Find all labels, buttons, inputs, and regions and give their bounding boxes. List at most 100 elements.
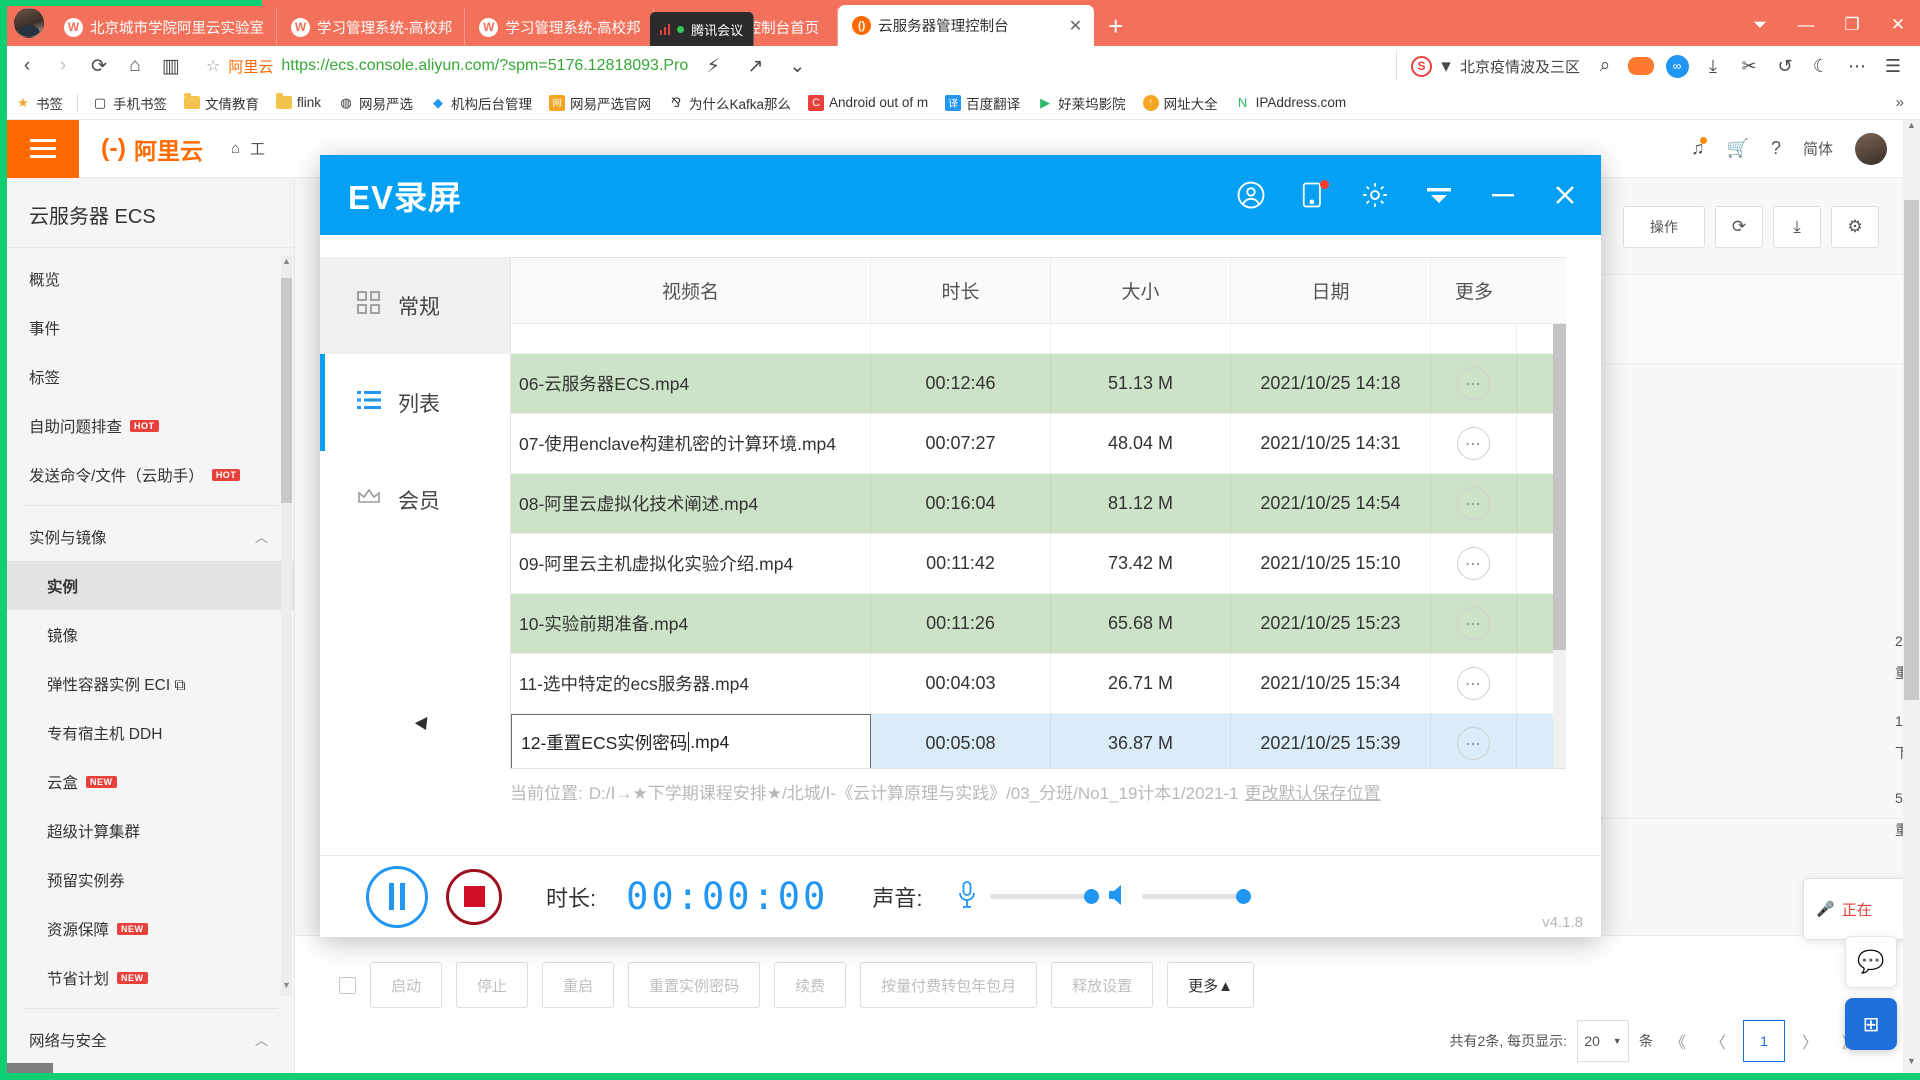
close-tab-icon[interactable]: ✕ — [1059, 16, 1082, 36]
sidebar-group-instances-images[interactable]: 实例与镜像 ︿ — [7, 512, 294, 561]
next-page-button[interactable]: 〉 — [1795, 1029, 1825, 1053]
home-icon[interactable]: ⌂ — [231, 140, 240, 157]
speaker-volume-slider[interactable] — [1142, 889, 1252, 904]
back-icon[interactable]: ‹ — [10, 51, 44, 81]
browser-tab-0[interactable]: W 北京城市学院阿里云实验室 — [50, 8, 277, 46]
start-button[interactable]: 启动 — [370, 962, 443, 1008]
column-settings-button[interactable]: ⚙ — [1831, 206, 1879, 248]
speaker-icon[interactable] — [1104, 881, 1132, 912]
bookmark-star-icon[interactable]: ☆ — [206, 56, 220, 76]
ev-tab-member[interactable]: 会员 — [320, 451, 510, 548]
sidebar-item-events[interactable]: 事件 — [7, 303, 294, 352]
lightning-icon[interactable]: ⚡ — [696, 51, 730, 81]
bookmarks-overflow-icon[interactable]: » — [1888, 94, 1912, 111]
more-actions-button[interactable]: 更多▲ — [1167, 962, 1254, 1008]
browser-tab-1[interactable]: W 学习管理系统-高校邦 — [277, 8, 466, 46]
bookmark-item-7[interactable]: ⅋ 为什么Kafka那么 — [661, 90, 798, 116]
user-avatar[interactable] — [1855, 132, 1887, 165]
close-icon[interactable] — [1551, 181, 1579, 209]
row-more-icon[interactable]: ⋯ — [1457, 727, 1490, 760]
url-text[interactable]: https://ecs.console.aliyun.com/?spm=5176… — [281, 57, 688, 75]
reset-password-button[interactable]: 重置实例密码 — [628, 962, 761, 1008]
language-selector[interactable]: 简体 — [1803, 138, 1833, 159]
sidebar-item-tags[interactable]: 标签 — [7, 352, 294, 401]
column-header-size[interactable]: 大小 — [1051, 258, 1231, 323]
quick-apps-button[interactable]: ⊞ — [1845, 998, 1897, 1050]
profile-avatar[interactable] — [14, 8, 44, 38]
infinity-icon[interactable]: ∞ — [1660, 51, 1694, 81]
convert-billing-button[interactable]: 按量付费转包年包月 — [860, 962, 1038, 1008]
change-default-path-link[interactable]: 更改默认保存位置 — [1245, 779, 1381, 804]
row-more-icon[interactable]: ⋯ — [1457, 607, 1490, 640]
select-all-checkbox[interactable] — [339, 976, 356, 994]
stop-button[interactable] — [446, 868, 502, 925]
help-icon[interactable]: ? — [1771, 138, 1781, 159]
cart-icon[interactable]: 🛒 — [1727, 138, 1749, 159]
user-icon[interactable] — [1236, 180, 1266, 210]
ev-tab-list[interactable]: 列表 — [320, 354, 510, 451]
bookmark-item-12[interactable]: N IPAddress.com — [1228, 92, 1354, 114]
bookmark-item-2[interactable]: 文倩教育 — [177, 90, 266, 116]
scroll-up-icon[interactable]: ▲ — [1903, 120, 1920, 137]
gear-icon[interactable] — [1360, 180, 1390, 210]
sidebar-item-resource-assurance[interactable]: 资源保障 NEW — [7, 904, 294, 953]
table-row[interactable]: 10-实验前期准备.mp4 00:11:26 65.68 M 2021/10/2… — [511, 594, 1566, 654]
table-row[interactable]: 06-云服务器ECS.mp4 00:12:46 51.13 M 2021/10/… — [511, 354, 1566, 414]
refresh-button[interactable]: ⟳ — [1715, 206, 1763, 248]
ev-titlebar[interactable]: EV录屏 — [320, 155, 1601, 235]
sidebar-item-cloudbox[interactable]: 云盒 NEW — [7, 757, 294, 806]
hamburger-menu-icon[interactable] — [7, 120, 79, 178]
scrollbar-thumb[interactable] — [1553, 324, 1566, 650]
current-page-input[interactable]: 1 — [1743, 1020, 1785, 1062]
page-scrollbar[interactable]: ▲ ▼ — [1903, 120, 1920, 1073]
address-bar[interactable]: ☆ 阿里云 https://ecs.console.aliyun.com/?sp… — [200, 51, 1384, 81]
search-box[interactable]: S ▾ 北京疫情波及三区 ⌕ — [1395, 51, 1622, 81]
sidebar-item-reserved-instance[interactable]: 预留实例券 — [7, 855, 294, 904]
chevron-down-icon[interactable]: ⌄ — [780, 51, 814, 81]
row-more-icon[interactable]: ⋯ — [1457, 547, 1490, 580]
rename-input[interactable]: 12-重置ECS实例密码 .mp4 — [511, 714, 871, 768]
ev-tab-general[interactable]: 常规 — [320, 257, 510, 354]
bookmark-item-11[interactable]: ↑ 网址大全 — [1136, 90, 1225, 116]
page-size-select[interactable]: 20 ▼ — [1577, 1020, 1629, 1062]
restart-button[interactable]: 重启 — [542, 962, 615, 1008]
forward-icon[interactable]: › — [46, 51, 80, 81]
share-icon[interactable]: ↗ — [738, 51, 772, 81]
scroll-down-icon[interactable]: ▼ — [1903, 1056, 1920, 1073]
undo-icon[interactable]: ↺ — [1768, 51, 1802, 81]
bookmark-item-4[interactable]: ◍ 网易严选 — [331, 90, 420, 116]
minimize-window-button[interactable]: — — [1784, 10, 1828, 40]
night-mode-icon[interactable]: ☾ — [1804, 51, 1838, 81]
scrollbar-thumb[interactable] — [1904, 200, 1919, 700]
column-header-duration[interactable]: 时长 — [871, 258, 1051, 323]
sidebar-item-send-command[interactable]: 发送命令/文件（云助手） HOT — [7, 450, 294, 499]
browser-tab-4-active[interactable]: () 云服务器管理控制台 ✕ — [838, 5, 1095, 46]
sidebar-item-image[interactable]: 镜像 — [7, 610, 294, 659]
bookmark-item-0[interactable]: ★ 书签 — [8, 90, 70, 116]
pause-button[interactable] — [366, 865, 428, 928]
renew-button[interactable]: 续费 — [774, 962, 847, 1008]
minimize-icon[interactable] — [1488, 184, 1518, 206]
slider-knob[interactable] — [1084, 889, 1100, 904]
column-header-date[interactable]: 日期 — [1231, 258, 1431, 323]
bookmark-item-6[interactable]: 网 网易严选官网 — [542, 90, 658, 116]
workbench-label[interactable]: 工 — [250, 138, 265, 159]
column-header-video-name[interactable]: 视频名 — [511, 258, 871, 323]
export-button[interactable]: ⤓ — [1773, 206, 1821, 248]
scroll-down-icon[interactable]: ▼ — [281, 980, 292, 996]
sidebar-item-scc[interactable]: 超级计算集群 — [7, 806, 294, 855]
prev-page-button[interactable]: 〈 — [1703, 1029, 1733, 1053]
slider-knob[interactable] — [1236, 889, 1252, 904]
sidebar-item-ddh[interactable]: 专有宿主机 DDH — [7, 708, 294, 757]
bookmark-item-1[interactable]: ▢ 手机书签 — [85, 90, 174, 116]
tencent-meeting-indicator[interactable]: 腾讯会议 — [649, 12, 755, 46]
microphone-icon[interactable] — [954, 879, 980, 914]
table-row[interactable]: 09-阿里云主机虚拟化实验介绍.mp4 00:11:42 73.42 M 202… — [511, 534, 1566, 594]
new-tab-button[interactable]: + — [1094, 11, 1137, 46]
bookmark-item-9[interactable]: 译 百度翻译 — [938, 90, 1027, 116]
scrollbar-thumb[interactable] — [281, 278, 292, 503]
restore-window-button[interactable]: ❐ — [1830, 10, 1874, 40]
sidebar-item-self-troubleshoot[interactable]: 自助问题排查 HOT — [7, 401, 294, 450]
notifications-bell-icon[interactable]: ♫ — [1691, 137, 1706, 159]
bookmark-item-10[interactable]: ▶ 好莱坞影院 — [1030, 90, 1133, 116]
